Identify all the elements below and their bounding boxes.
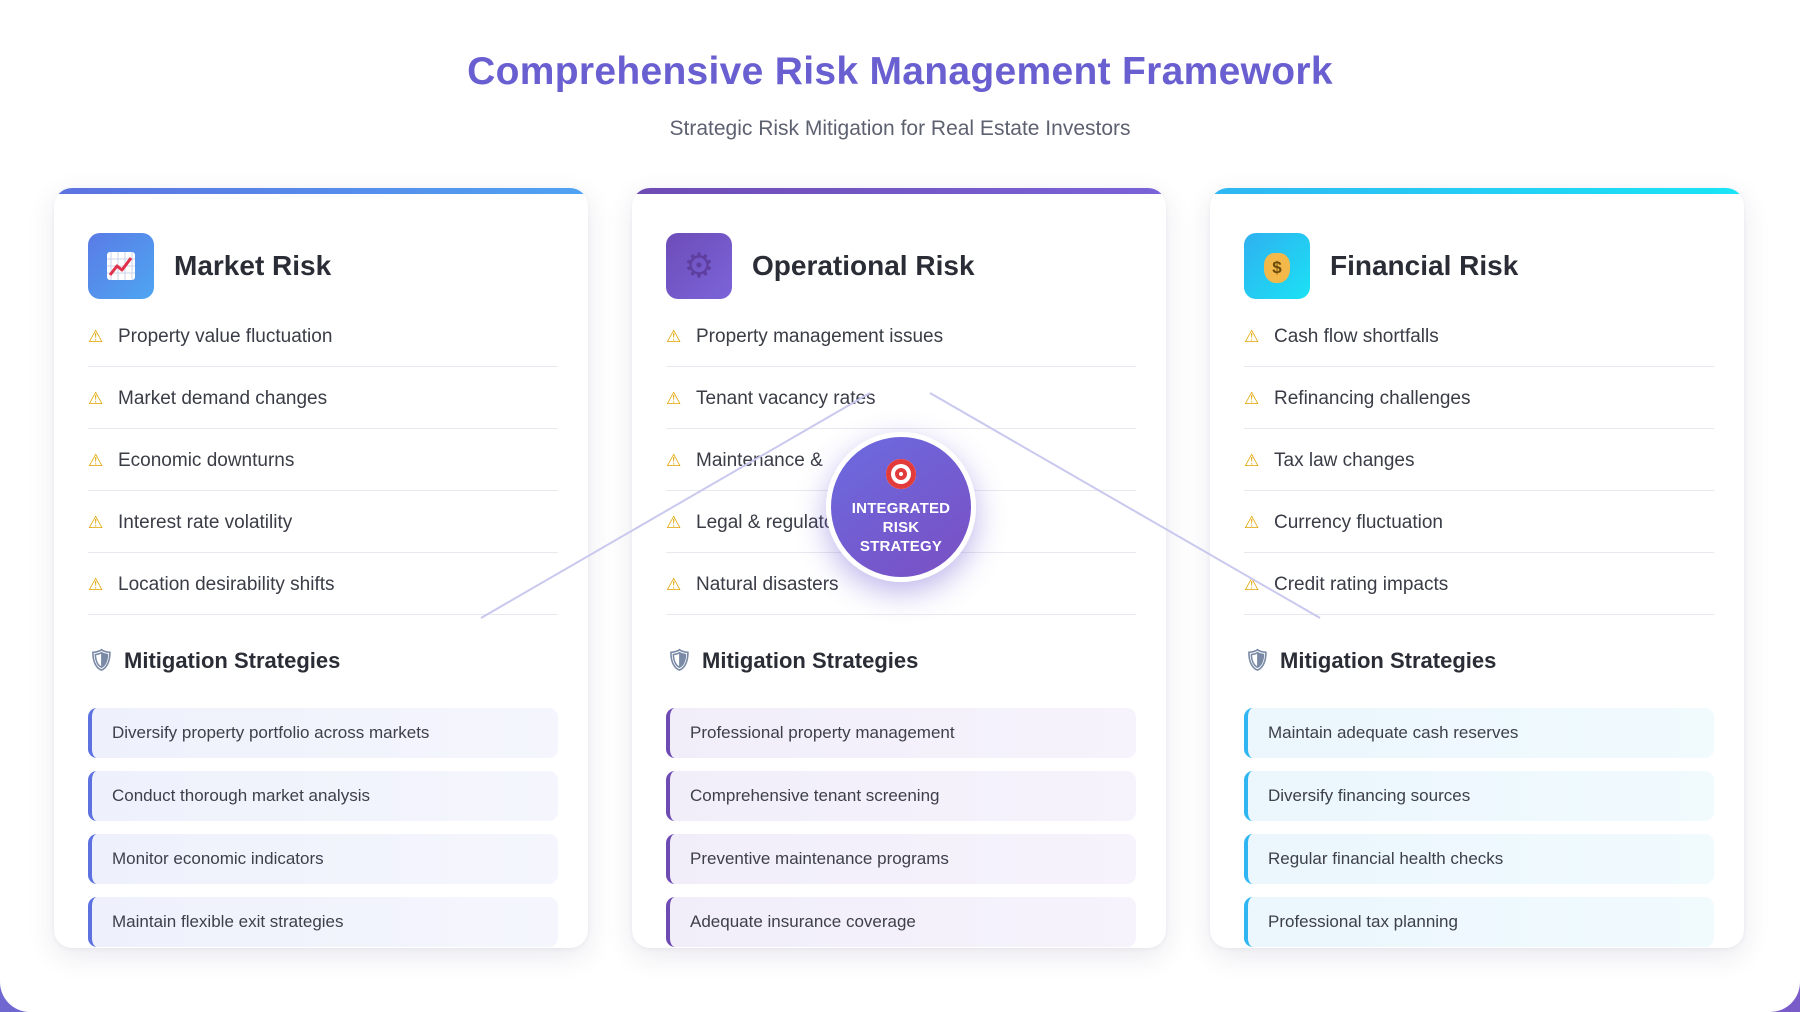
mitigation-heading: 🛡 Mitigation Strategies [666,648,918,674]
card-accent-bar [54,188,588,194]
mitigation-item: Maintain adequate cash reserves [1244,708,1714,758]
card-title: Operational Risk [752,250,975,281]
mitigation-item: Professional tax planning [1244,897,1714,947]
card-accent-bar [632,188,1166,194]
market-risk-card: Market Risk ⚠ Property value fluctuation … [54,188,588,948]
risk-label: Maintenance & [696,449,823,471]
shield-icon: 🛡 [666,649,693,672]
mitigation-item: Monitor economic indicators [88,834,558,884]
risk-label: Tenant vacancy rates [696,387,876,409]
mitigation-item: Preventive maintenance programs [666,834,1136,884]
risk-list: ⚠ Property value fluctuation ⚠ Market dema… [88,305,558,615]
risk-item: ⚠ Credit rating impacts [1244,553,1714,615]
integrated-strategy-badge: INTEGRATED RISK STRATEGY [826,432,976,582]
risk-label: Cash flow shortfalls [1274,325,1439,347]
gear-icon: ⚙ [666,233,732,299]
mitigation-item: Comprehensive tenant screening [666,771,1136,821]
mitigation-list: Professional property management Compreh… [666,708,1136,948]
card-accent-bar [1210,188,1744,194]
mitigation-item: Maintain flexible exit strategies [88,897,558,947]
risk-label: Legal & regulato [696,511,835,533]
mitigation-item: Diversify financing sources [1244,771,1714,821]
card-title: Market Risk [174,250,332,281]
warning-icon: ⚠ [88,326,104,346]
target-icon [886,458,916,489]
risk-label: Interest rate volatility [118,511,293,533]
risk-label: Market demand changes [118,387,328,409]
warning-icon: ⚠ [666,326,682,346]
risk-item: ⚠ Interest rate volatility [88,491,558,553]
risk-label: Credit rating impacts [1274,573,1449,595]
money-bag-icon: $ [1244,233,1310,299]
risk-label: Currency fluctuation [1274,511,1443,533]
warning-icon: ⚠ [1244,512,1260,532]
risk-item: ⚠ Property management issues [666,305,1136,367]
risk-item: ⚠ Currency fluctuation [1244,491,1714,553]
warning-icon: ⚠ [1244,388,1260,408]
risk-item: ⚠ Refinancing challenges [1244,367,1714,429]
page-title: Comprehensive Risk Management Framework [467,50,1333,93]
mitigation-list: Diversify property portfolio across mark… [88,708,558,948]
badge-line-1: INTEGRATED [851,499,951,517]
warning-icon: ⚠ [88,574,104,594]
warning-icon: ⚠ [88,388,104,408]
risk-item: ⚠ Property value fluctuation [88,305,558,367]
warning-icon: ⚠ [88,450,104,470]
warning-icon: ⚠ [666,512,682,532]
risk-list: ⚠ Cash flow shortfalls ⚠ Refinancing chall… [1244,305,1714,615]
warning-icon: ⚠ [666,574,682,594]
risk-label: Tax law changes [1274,449,1415,471]
risk-item: ⚠ Economic downturns [88,429,558,491]
badge-line-3: STRATEGY [859,537,943,555]
page-subtitle: Strategic Risk Mitigation for Real Estat… [669,117,1131,140]
mitigation-title: Mitigation Strategies [702,648,919,673]
risk-label: Location desirability shifts [118,573,335,595]
warning-icon: ⚠ [1244,574,1260,594]
warning-icon: ⚠ [1244,450,1260,470]
badge-line-2: RISK [882,518,920,536]
mitigation-heading: 🛡 Mitigation Strategies [1244,648,1496,674]
shield-icon: 🛡 [88,649,115,672]
warning-icon: ⚠ [666,450,682,470]
mitigation-item: Adequate insurance coverage [666,897,1136,947]
card-header: Market Risk [88,233,331,299]
mitigation-item: Conduct thorough market analysis [88,771,558,821]
card-header: $ Financial Risk [1244,233,1518,299]
warning-icon: ⚠ [666,388,682,408]
card-title: Financial Risk [1330,250,1519,281]
shield-icon: 🛡 [1244,649,1271,672]
risk-label: Economic downturns [118,449,295,471]
risk-label: Property value fluctuation [118,325,333,347]
risk-label: Property management issues [696,325,944,347]
mitigation-list: Maintain adequate cash reserves Diversif… [1244,708,1714,948]
risk-label: Natural disasters [696,573,839,595]
warning-icon: ⚠ [1244,326,1260,346]
mitigation-title: Mitigation Strategies [1280,648,1497,673]
risk-item: ⚠ Tenant vacancy rates [666,367,1136,429]
risk-label: Refinancing challenges [1274,387,1471,409]
risk-item: ⚠ Market demand changes [88,367,558,429]
risk-item: ⚠ Tax law changes [1244,429,1714,491]
mitigation-heading: 🛡 Mitigation Strategies [88,648,340,674]
warning-icon: ⚠ [88,512,104,532]
risk-item: ⚠ Cash flow shortfalls [1244,305,1714,367]
risk-item: ⚠ Location desirability shifts [88,553,558,615]
mitigation-item: Regular financial health checks [1244,834,1714,884]
mitigation-title: Mitigation Strategies [124,648,341,673]
card-header: ⚙ Operational Risk [666,233,975,299]
financial-risk-card: $ Financial Risk ⚠ Cash flow shortfalls ⚠… [1210,188,1744,948]
chart-increasing-icon [88,233,154,299]
page-canvas: Comprehensive Risk Management Framework … [0,0,1800,1012]
mitigation-item: Diversify property portfolio across mark… [88,708,558,758]
mitigation-item: Professional property management [666,708,1136,758]
